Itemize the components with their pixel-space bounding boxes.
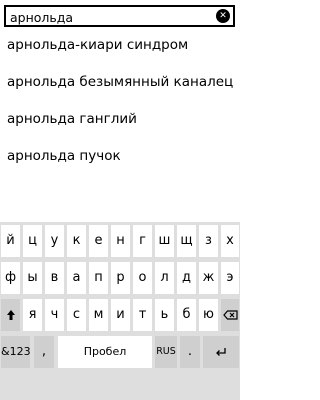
keyboard-row-1: й ц у к е н г ш щ з х [0, 225, 240, 258]
backspace-icon [222, 309, 238, 320]
key-letter[interactable]: м [89, 299, 108, 331]
key-letter[interactable]: д [177, 262, 196, 294]
key-letter[interactable]: й [1, 225, 20, 257]
comma-key[interactable]: , [34, 336, 54, 368]
key-letter[interactable]: к [67, 225, 86, 257]
search-input[interactable] [10, 9, 210, 25]
key-letter[interactable]: э [221, 262, 239, 294]
keyboard-row-3: я ч с м и т ь б ю [0, 299, 240, 332]
key-letter[interactable]: р [111, 262, 130, 294]
keyboard-row-2: ф ы в а п р о л д ж э [0, 262, 240, 295]
key-letter[interactable]: л [155, 262, 174, 294]
key-letter[interactable]: н [111, 225, 130, 257]
key-letter[interactable]: ы [23, 262, 42, 294]
period-key[interactable]: . [180, 336, 200, 368]
key-letter[interactable]: г [133, 225, 152, 257]
language-key[interactable]: RUS [155, 336, 177, 368]
key-letter[interactable]: з [199, 225, 218, 257]
suggestion-list: арнольда-киари синдром арнольда безымянн… [0, 36, 240, 184]
suggestion-item[interactable]: арнольда пучок [0, 147, 240, 184]
space-key[interactable]: Пробел [58, 336, 152, 368]
key-letter[interactable]: ф [1, 262, 20, 294]
key-letter[interactable]: ю [199, 299, 218, 331]
key-letter[interactable]: ш [155, 225, 174, 257]
suggestion-item[interactable]: арнольда ганглий [0, 110, 240, 147]
key-letter[interactable]: х [221, 225, 239, 257]
key-letter[interactable]: ж [199, 262, 218, 294]
key-letter[interactable]: е [89, 225, 108, 257]
shift-arrow-icon [6, 309, 15, 320]
key-letter[interactable]: и [111, 299, 130, 331]
clear-icon[interactable]: ✕ [216, 9, 230, 23]
symbols-key[interactable]: &123 [1, 336, 31, 368]
key-letter[interactable]: с [67, 299, 86, 331]
backspace-key[interactable] [221, 299, 239, 331]
key-letter[interactable]: о [133, 262, 152, 294]
key-letter[interactable]: ь [155, 299, 174, 331]
suggestion-item[interactable]: арнольда безымянный каналец [0, 73, 240, 110]
key-letter[interactable]: щ [177, 225, 196, 257]
key-letter[interactable]: ц [23, 225, 42, 257]
enter-icon [216, 347, 226, 356]
shift-key[interactable] [1, 299, 20, 331]
key-letter[interactable]: у [45, 225, 64, 257]
key-letter[interactable]: б [177, 299, 196, 331]
key-letter[interactable]: в [45, 262, 64, 294]
on-screen-keyboard: й ц у к е н г ш щ з х ф ы в а п р о л д … [0, 222, 240, 400]
key-letter[interactable]: а [67, 262, 86, 294]
key-letter[interactable]: я [23, 299, 42, 331]
keyboard-row-4: &123 , Пробел RUS . [0, 336, 240, 369]
suggestion-item[interactable]: арнольда-киари синдром [0, 36, 240, 73]
key-letter[interactable]: т [133, 299, 152, 331]
key-letter[interactable]: ч [45, 299, 64, 331]
enter-key[interactable] [203, 336, 239, 368]
search-box[interactable]: ✕ [4, 5, 235, 27]
key-letter[interactable]: п [89, 262, 108, 294]
